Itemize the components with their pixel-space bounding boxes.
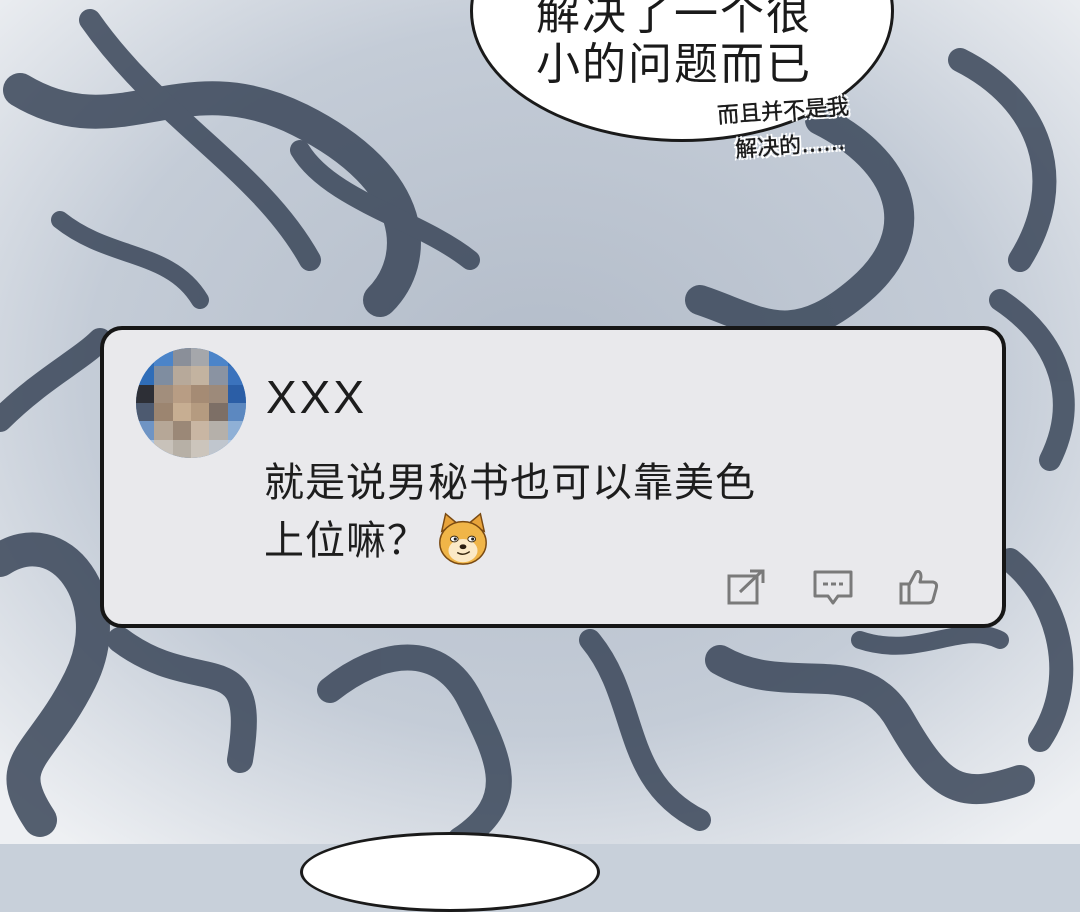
speech-line-2: 小的问题而已 [536,39,812,90]
reply-icon[interactable] [812,568,854,606]
comment-text: 就是说男秘书也可以靠美色 上位嘛？ [264,456,864,568]
like-icon[interactable] [898,568,940,606]
comment-username[interactable]: XXX [266,370,367,424]
comment-text-line-2-wrap: 上位嘛？ [264,510,864,568]
avatar[interactable] [136,348,246,458]
bottom-speech-bubble [300,832,600,912]
comment-actions [726,568,940,606]
doge-emoji-icon [439,512,487,565]
comment-text-line-1: 就是说男秘书也可以靠美色 [264,460,756,506]
comment-card: XXX 就是说男秘书也可以靠美色 上位嘛？ [100,326,1006,628]
comment-text-line-2: 上位嘛？ [264,518,428,564]
share-icon[interactable] [726,568,768,606]
